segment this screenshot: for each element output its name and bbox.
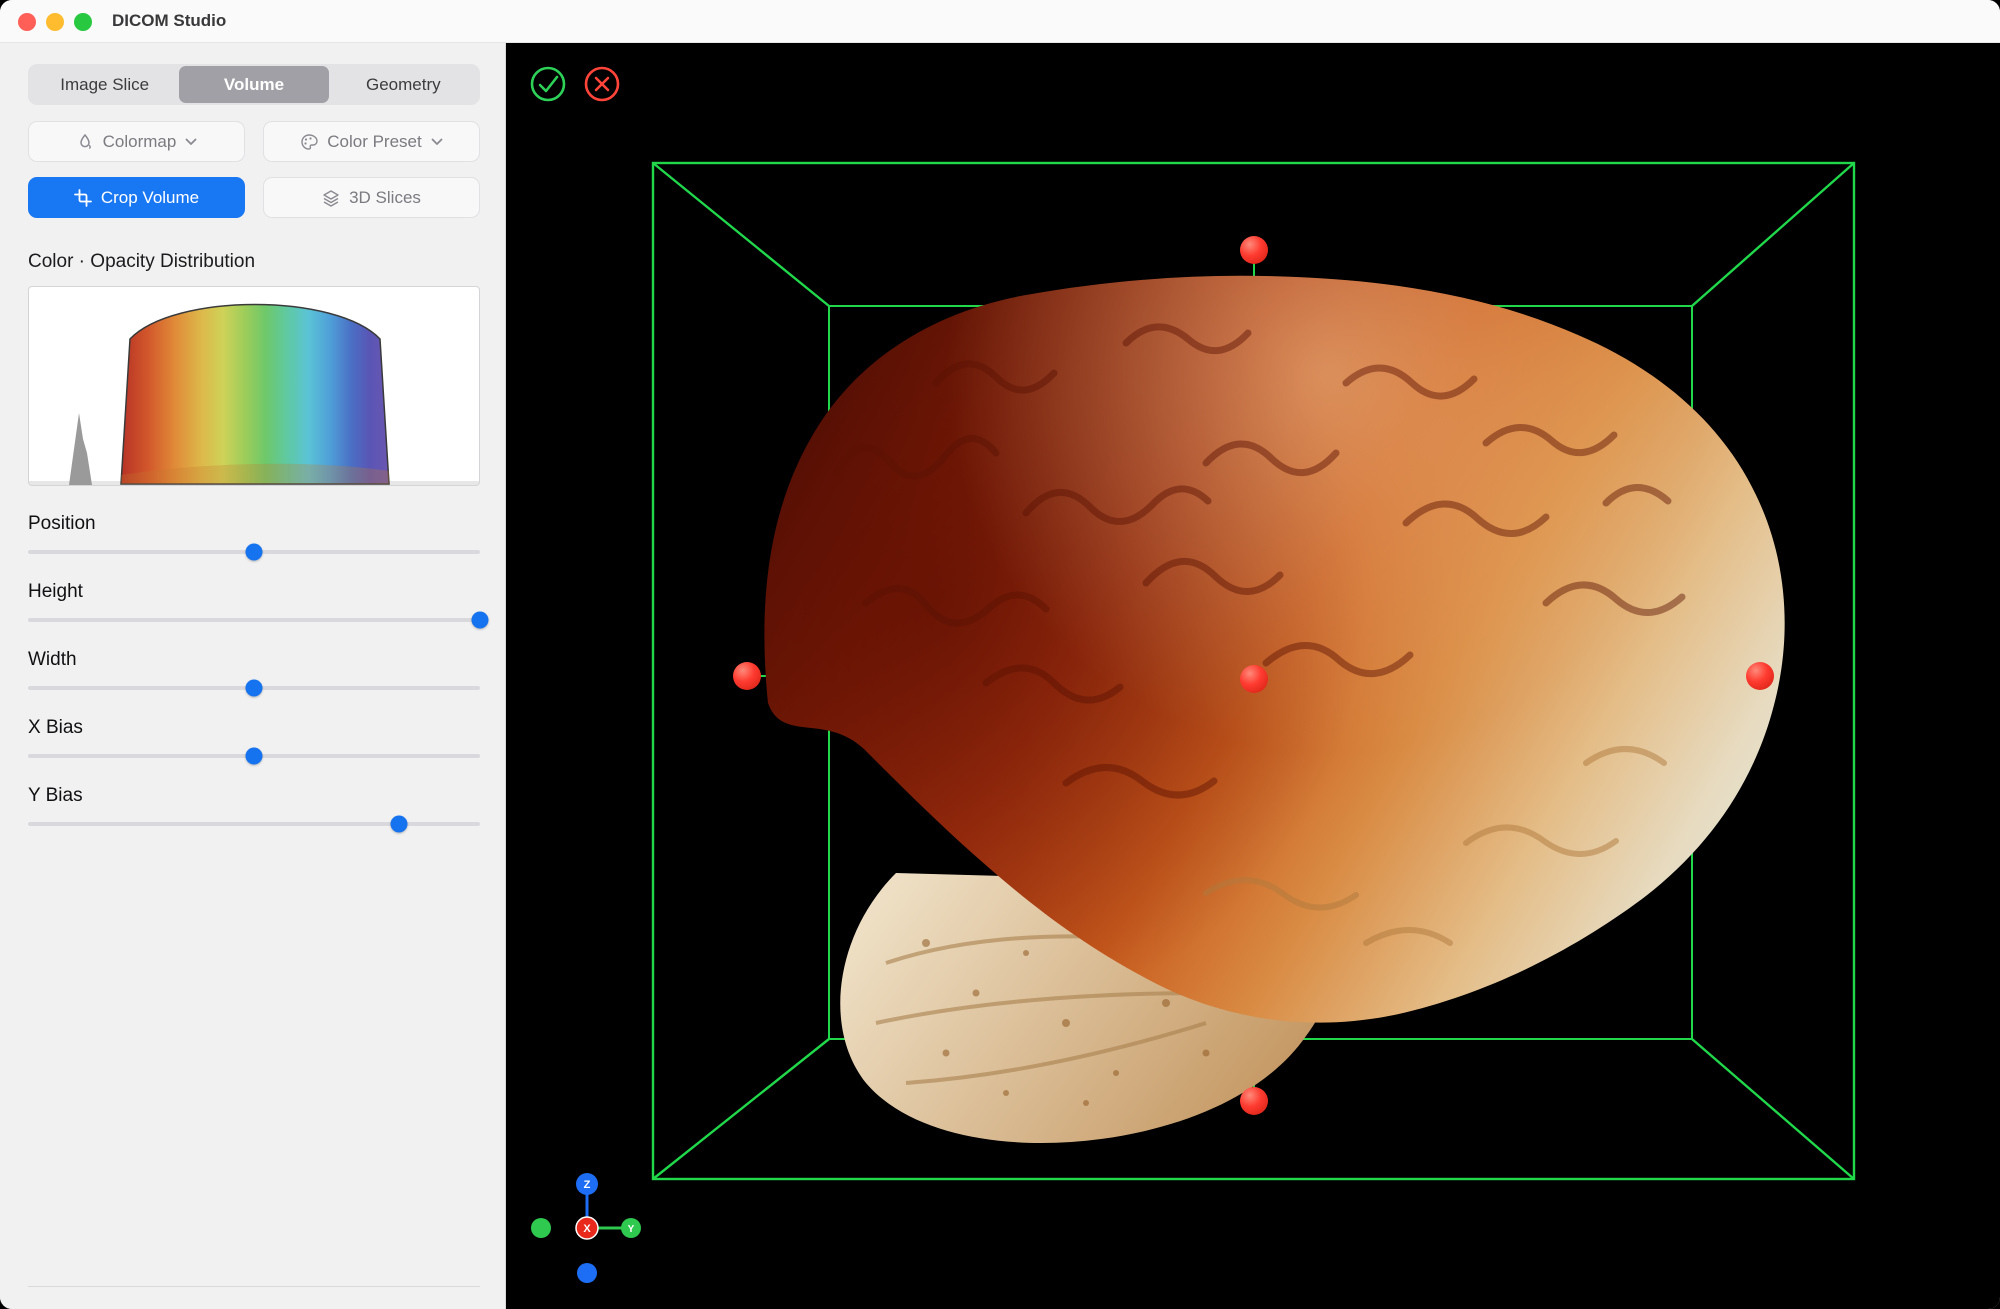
tool-buttons: Colormap Color Preset [28, 121, 480, 218]
axis-x-label: X [583, 1223, 591, 1235]
tab-image-slice[interactable]: Image Slice [30, 66, 179, 103]
sidebar: Image Slice Volume Geometry Colormap [0, 43, 506, 1309]
chevron-down-icon [431, 138, 443, 146]
slider-position: Position [28, 513, 480, 554]
color-opacity-distribution-panel[interactable] [28, 286, 480, 486]
opacity-transfer-dome[interactable] [121, 305, 389, 485]
palette-icon [300, 133, 318, 151]
slider-y-bias-track[interactable] [28, 822, 480, 826]
brain-volume-render [764, 276, 1784, 1143]
cancel-crop-button[interactable] [586, 68, 618, 100]
check-icon [540, 77, 557, 91]
crop-volume-button[interactable]: Crop Volume [28, 177, 245, 218]
slider-height: Height [28, 581, 480, 622]
confirm-crop-button[interactable] [532, 68, 564, 100]
crop-handle-center[interactable] [1240, 665, 1268, 693]
slider-height-track[interactable] [28, 618, 480, 622]
3d-slices-label: 3D Slices [349, 188, 421, 208]
crop-icon [74, 189, 92, 207]
close-window-button[interactable] [18, 13, 36, 31]
app-window: DICOM Studio Image Slice Volume Geometry… [0, 0, 2000, 1309]
slider-y-bias: Y Bias [28, 785, 480, 826]
axis-y-label: Y [628, 1224, 635, 1235]
minimize-window-button[interactable] [46, 13, 64, 31]
crop-volume-label: Crop Volume [101, 188, 199, 208]
axis-neg-z-sphere[interactable] [577, 1263, 597, 1283]
color-preset-label: Color Preset [327, 132, 421, 152]
slider-width-label: Width [28, 649, 480, 671]
axis-neg-y-sphere[interactable] [531, 1218, 551, 1238]
render-viewport[interactable]: Z X Y [506, 43, 2000, 1309]
3d-slices-button[interactable]: 3D Slices [263, 177, 480, 218]
colormap-dropdown[interactable]: Colormap [28, 121, 245, 162]
x-icon [596, 78, 608, 90]
chevron-down-icon [185, 138, 197, 146]
crop-handle-right[interactable] [1746, 662, 1774, 690]
slider-y-bias-handle[interactable] [390, 816, 407, 833]
distribution-title: Color · Opacity Distribution [28, 251, 480, 273]
slider-height-label: Height [28, 581, 480, 603]
window-controls [18, 13, 92, 31]
slider-height-handle[interactable] [472, 612, 489, 629]
slider-y-bias-label: Y Bias [28, 785, 480, 807]
layers-icon [322, 189, 340, 207]
slider-position-track[interactable] [28, 550, 480, 554]
slider-x-bias-label: X Bias [28, 717, 480, 739]
main-content: Image Slice Volume Geometry Colormap [0, 43, 2000, 1309]
slider-width: Width [28, 649, 480, 690]
crop-handle-bottom[interactable] [1240, 1087, 1268, 1115]
tab-geometry[interactable]: Geometry [329, 66, 478, 103]
slider-x-bias-handle[interactable] [246, 748, 263, 765]
slider-width-handle[interactable] [246, 680, 263, 697]
zoom-window-button[interactable] [74, 13, 92, 31]
colormap-label: Colormap [103, 132, 177, 152]
slider-width-track[interactable] [28, 686, 480, 690]
crop-handle-top[interactable] [1240, 236, 1268, 264]
axis-z-label: Z [584, 1179, 591, 1191]
render-canvas[interactable]: Z X Y [506, 43, 2000, 1309]
distribution-graph [29, 287, 480, 486]
tab-volume[interactable]: Volume [179, 66, 328, 103]
window-title: DICOM Studio [112, 11, 226, 31]
mode-tabs: Image Slice Volume Geometry [28, 64, 480, 105]
crop-handle-left[interactable] [733, 662, 761, 690]
titlebar: DICOM Studio [0, 0, 2000, 43]
color-preset-dropdown[interactable]: Color Preset [263, 121, 480, 162]
slider-position-handle[interactable] [246, 544, 263, 561]
axis-orientation-gizmo[interactable]: Z X Y [531, 1173, 641, 1283]
histogram-spike [69, 413, 92, 485]
paint-drop-icon [76, 133, 94, 151]
slider-x-bias-track[interactable] [28, 754, 480, 758]
slider-position-label: Position [28, 513, 480, 535]
slider-x-bias: X Bias [28, 717, 480, 758]
